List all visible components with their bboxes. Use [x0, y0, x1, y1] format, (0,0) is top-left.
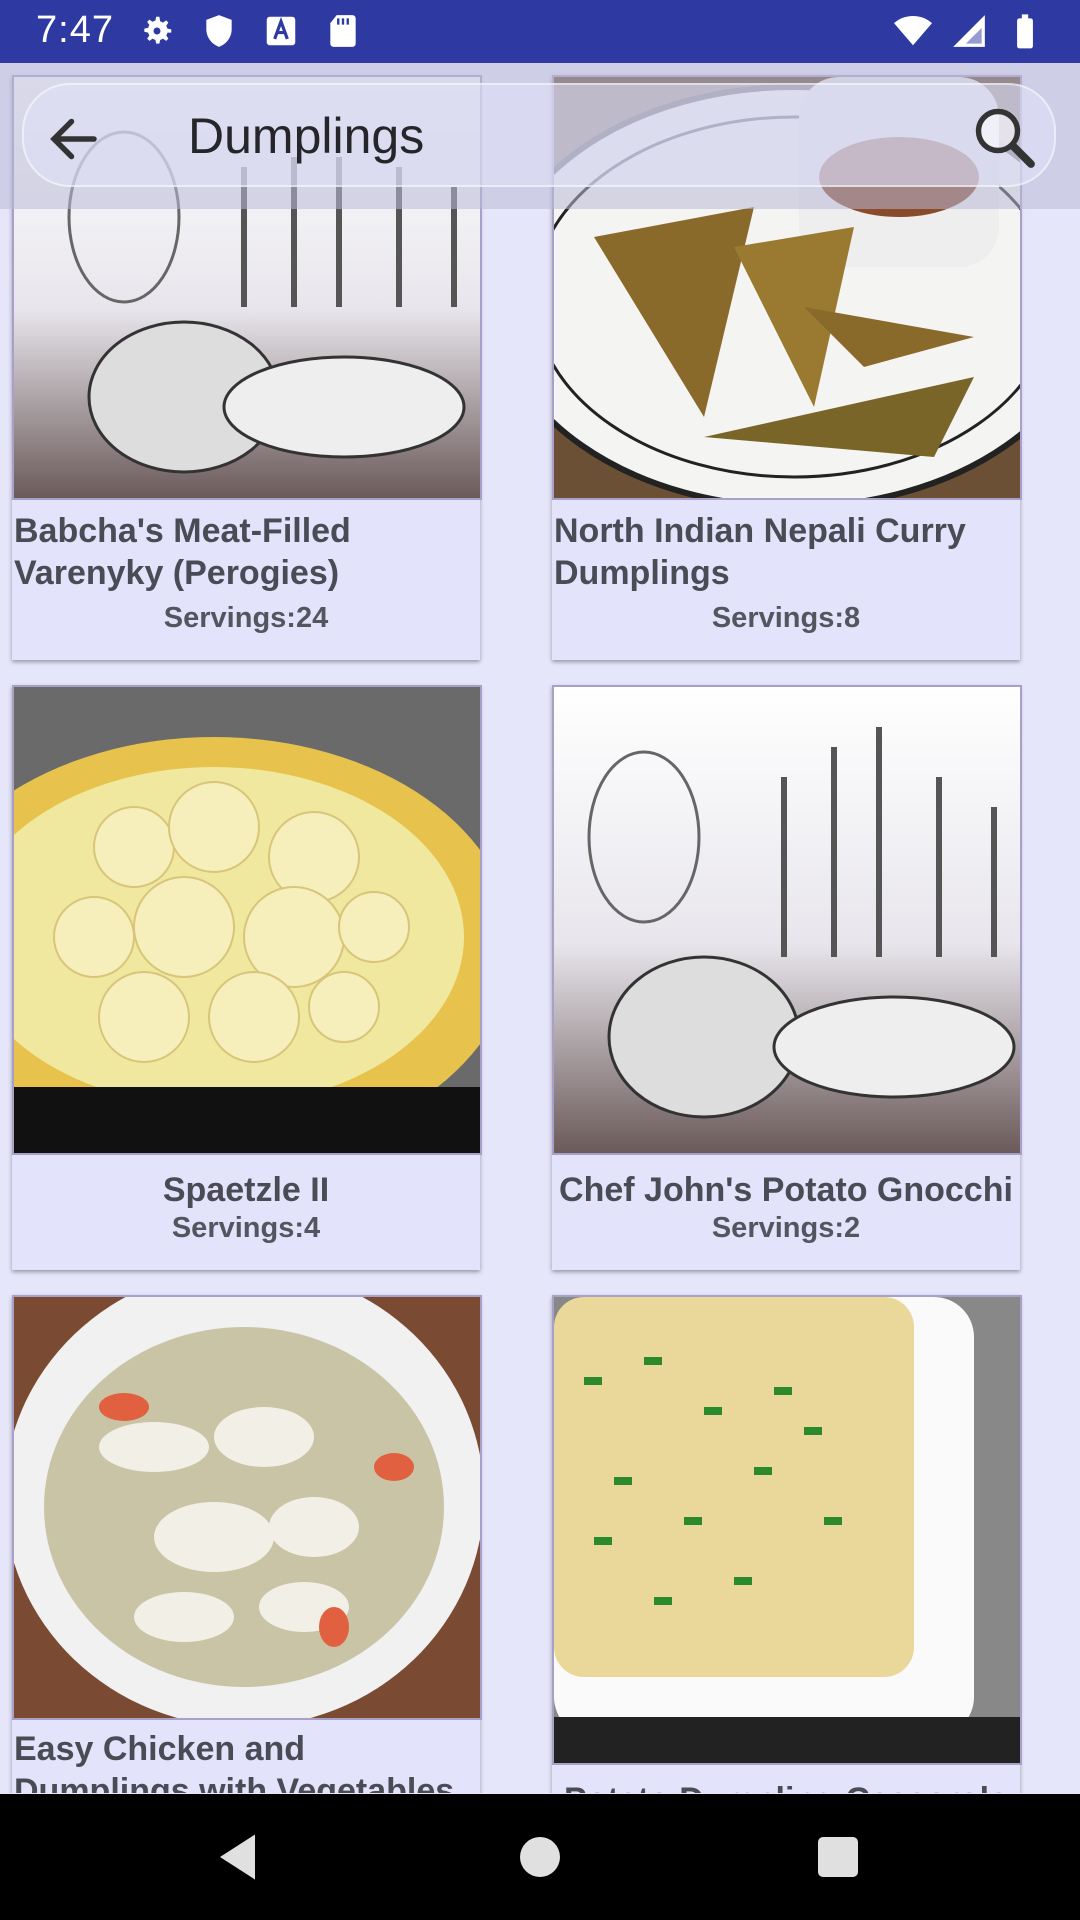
chicken-soup-image	[14, 1297, 480, 1718]
recipe-card[interactable]: Spaetzle II Servings:4	[12, 685, 482, 1270]
arrow-back-icon[interactable]	[44, 109, 104, 169]
wifi-icon	[894, 15, 932, 46]
recipe-card[interactable]: Easy Chicken and Dumplings with Vegetabl…	[12, 1295, 482, 1793]
battery-icon	[1017, 14, 1033, 49]
status-bar: 7:47	[0, 0, 1080, 63]
recipe-image	[552, 685, 1022, 1155]
spaetzle-image	[14, 687, 480, 1153]
recipe-title: Easy Chicken and Dumplings with Vegetabl…	[14, 1730, 455, 1793]
nav-back-icon[interactable]	[210, 1827, 270, 1887]
app-toolbar: Dumplings	[0, 63, 1080, 209]
recipe-servings: Servings:24	[163, 602, 329, 634]
recipe-servings: Servings:8	[711, 602, 861, 634]
recipe-card[interactable]: Potato Dumpling Casserole	[552, 1295, 1022, 1793]
nav-home-icon[interactable]	[510, 1827, 570, 1887]
navigation-bar	[0, 1794, 1080, 1920]
tableware-image	[587, 727, 1016, 1119]
recipe-image	[12, 685, 482, 1155]
recipe-servings: Servings:4	[171, 1212, 321, 1244]
recipe-grid: Babcha's Meat-Filled Varenyky (Perogies)…	[0, 63, 1080, 1793]
a-icon	[266, 16, 296, 46]
recipe-title: Potato Dumpling Casserole	[552, 1779, 1020, 1793]
recipe-card[interactable]: Chef John's Potato Gnocchi Servings:2	[552, 685, 1022, 1270]
sdcard-icon	[330, 15, 356, 47]
nav-recents-icon[interactable]	[808, 1827, 868, 1887]
recipe-title: Chef John's Potato Gnocchi	[559, 1171, 1013, 1209]
recipe-image	[552, 1295, 1022, 1765]
recipe-title: North Indian Nepali Curry Dumplings	[554, 512, 966, 592]
recipe-title: Spaetzle II	[162, 1171, 330, 1209]
recipe-title: Babcha's Meat-Filled Varenyky (Perogies)	[14, 512, 351, 592]
shield-icon	[206, 15, 232, 47]
signal-icon	[953, 15, 985, 47]
toolbar-pill	[22, 83, 1056, 187]
casserole-image	[554, 1297, 1020, 1763]
recipe-image	[12, 1295, 482, 1720]
status-time: 7:47	[36, 9, 114, 51]
search-icon[interactable]	[968, 101, 1040, 173]
settings-icon	[144, 16, 172, 44]
page-title: Dumplings	[188, 108, 425, 164]
recipe-servings: Servings:2	[711, 1212, 861, 1244]
